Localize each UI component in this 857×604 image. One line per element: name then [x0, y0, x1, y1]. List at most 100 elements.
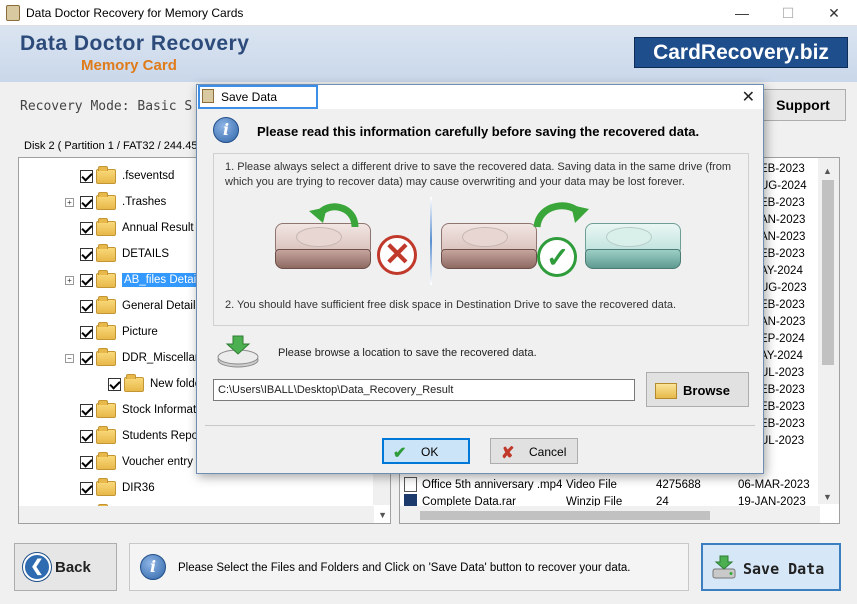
tree-item-label: DETAILS	[122, 248, 170, 260]
folder-icon	[96, 425, 116, 444]
tree-item[interactable]: Students Report	[65, 425, 206, 446]
tree-item[interactable]: − DDR_Miscellaneo	[65, 347, 214, 368]
tree-item-checkbox[interactable]	[80, 169, 93, 183]
scroll-down-icon[interactable]: ▼	[378, 510, 387, 520]
tree-expander-icon[interactable]: +	[65, 197, 74, 207]
window-title: Data Doctor Recovery for Memory Cards	[26, 6, 244, 20]
file-date-cell: EB-2023	[760, 163, 805, 175]
ok-button[interactable]: ✔ OK	[382, 438, 470, 464]
save-data-label: Save Data	[743, 560, 825, 578]
tree-item[interactable]: Annual Result	[65, 217, 194, 238]
file-date-cell: EB-2023	[760, 197, 805, 209]
tree-item-checkbox[interactable]	[80, 403, 93, 417]
save-drive-icon	[712, 555, 736, 579]
status-info-bar: i Please Select the Files and Folders an…	[129, 543, 689, 591]
file-date-cell: AY-2024	[760, 265, 803, 277]
file-date-cell: UL-2023	[760, 435, 805, 447]
dialog-heading: Please read this information carefully b…	[257, 124, 700, 139]
tree-item-checkbox[interactable]	[80, 195, 93, 209]
cancel-button[interactable]: ✘ Cancel	[490, 438, 578, 464]
minimize-button[interactable]: —	[719, 0, 765, 26]
close-button[interactable]: ✕	[811, 0, 857, 26]
dialog-separator	[205, 425, 755, 426]
dialog-title: Save Data	[221, 90, 278, 104]
folder-icon	[124, 373, 144, 392]
tree-item-label: Annual Result	[122, 222, 194, 234]
tree-item[interactable]: + .Trashes	[65, 191, 167, 212]
tree-item-checkbox[interactable]	[80, 481, 93, 495]
file-date-cell: AN-2023	[760, 231, 806, 243]
dialog-title-bar: Save Data ✕	[197, 85, 763, 109]
dialog-point-2: 2. You should have sufficient free disk …	[225, 299, 677, 311]
tree-horizontal-scrollbar[interactable]	[19, 506, 374, 523]
file-row[interactable]: Office 5th anniversary .mp4 Video File 427…	[402, 476, 818, 493]
tree-item[interactable]: DIR36	[65, 477, 155, 498]
maximize-button[interactable]: ☐	[765, 0, 811, 26]
tree-item-checkbox[interactable]	[80, 273, 93, 287]
back-arrow-icon: ❮	[23, 553, 51, 581]
recovery-mode-label: Recovery Mode: Basic S	[20, 99, 193, 114]
file-date-cell: AN-2023	[760, 316, 806, 328]
file-list-hscroll-thumb[interactable]	[420, 511, 710, 520]
tree-item[interactable]: .fseventsd	[65, 165, 174, 186]
tree-item-checkbox[interactable]	[80, 325, 93, 339]
app-icon	[6, 5, 20, 21]
tree-item[interactable]: Stock Informatio	[65, 399, 205, 420]
tree-expander-icon[interactable]: −	[65, 353, 74, 363]
file-date-cell: EB-2023	[760, 384, 805, 396]
info-icon: i	[140, 554, 166, 580]
disk-info: Disk 2 ( Partition 1 / FAT32 / 244.45	[24, 140, 198, 152]
file-size-cell: 4275688	[656, 478, 701, 491]
tree-item-checkbox[interactable]	[80, 351, 93, 365]
tree-item[interactable]: + AB_files Details	[65, 269, 207, 290]
file-date-cell: EB-2023	[760, 248, 805, 260]
tree-item[interactable]: General Details	[65, 295, 202, 316]
tree-item-checkbox[interactable]	[80, 247, 93, 261]
tree-item[interactable]: DETAILS	[65, 243, 170, 264]
back-button[interactable]: ❮ Back	[14, 543, 117, 591]
tree-item[interactable]: Voucher entry	[65, 451, 193, 472]
browse-button[interactable]: Browse	[646, 372, 749, 407]
file-date-cell: EB-2023	[760, 401, 805, 413]
folder-icon	[96, 165, 116, 184]
save-path-input[interactable]: C:\Users\IBALL\Desktop\Data_Recovery_Res…	[213, 379, 635, 401]
folder-icon	[96, 451, 116, 470]
tree-item[interactable]: Picture	[65, 321, 158, 342]
folder-icon	[96, 347, 116, 366]
cancel-label: Cancel	[529, 445, 567, 459]
tree-item-checkbox[interactable]	[80, 299, 93, 313]
tree-item-label: General Details	[122, 300, 202, 312]
check-icon: ✔	[393, 445, 407, 462]
file-date-cell: AY-2024	[760, 350, 803, 362]
divider	[430, 197, 432, 285]
tree-item-label: .Trashes	[122, 196, 167, 208]
tree-item-checkbox[interactable]	[80, 429, 93, 443]
save-data-button[interactable]: Save Data	[701, 543, 841, 591]
file-date-cell: UL-2023	[760, 367, 805, 379]
support-button[interactable]: Support	[760, 89, 846, 121]
file-date-cell: UG-2023	[760, 282, 807, 294]
scroll-up-icon[interactable]: ▲	[823, 166, 832, 176]
tree-item[interactable]: New folder	[93, 373, 205, 394]
tree-item-checkbox[interactable]	[108, 377, 121, 391]
tree-item-label: Picture	[122, 326, 158, 338]
file-name-cell: Office 5th anniversary .mp4	[422, 478, 562, 491]
scroll-down-icon[interactable]: ▼	[823, 492, 832, 502]
folder-icon	[96, 321, 116, 340]
back-label: Back	[55, 559, 91, 576]
folder-icon	[96, 477, 116, 496]
file-date-cell: 06-MAR-2023	[738, 478, 810, 491]
tree-item-checkbox[interactable]	[80, 455, 93, 469]
tree-item-label: Students Report	[122, 430, 206, 442]
dialog-app-icon	[202, 89, 214, 103]
tree-item-checkbox[interactable]	[80, 221, 93, 235]
video-file-icon	[404, 477, 417, 492]
file-date-cell: EP-2024	[760, 333, 805, 345]
tree-expander-icon[interactable]: +	[65, 275, 74, 285]
check-icon: ✓	[537, 237, 577, 277]
site-link[interactable]: CardRecovery.biz	[634, 37, 848, 68]
file-type-cell: Video File	[566, 478, 617, 491]
dialog-close-icon[interactable]: ✕	[742, 87, 755, 107]
file-list-scroll-thumb[interactable]	[822, 180, 834, 365]
folder-icon	[96, 243, 116, 262]
